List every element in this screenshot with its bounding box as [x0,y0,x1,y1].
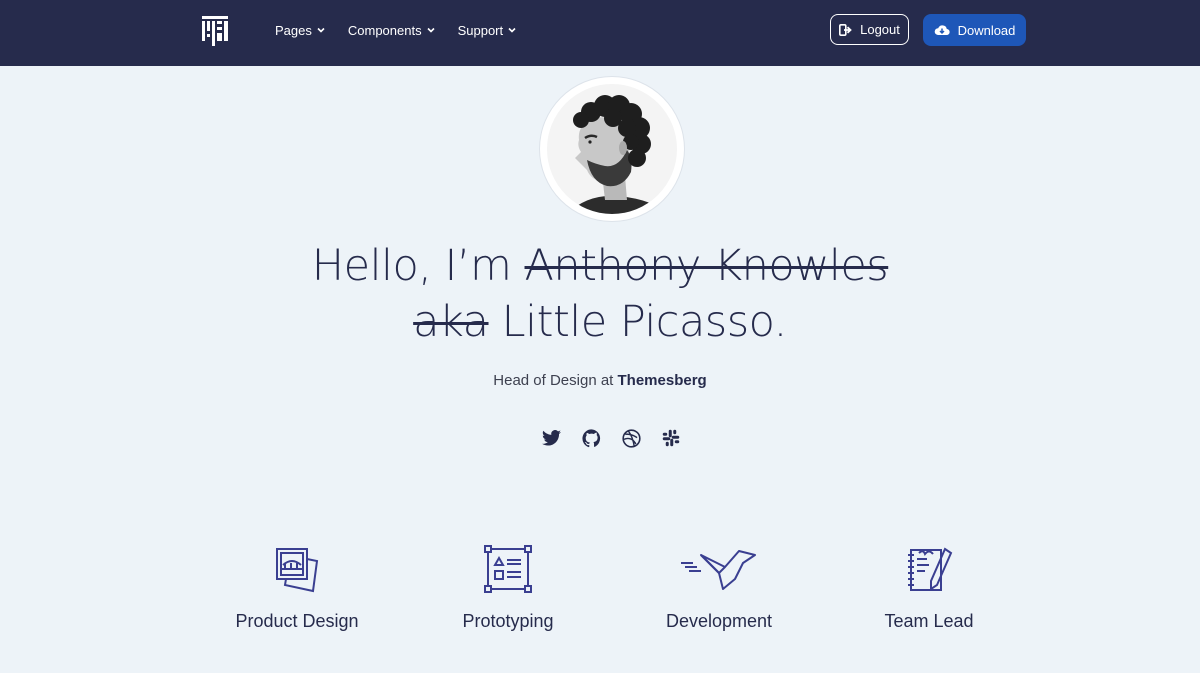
development-icon [681,550,756,590]
nav-components[interactable]: Components [348,23,435,38]
nav-pages-label: Pages [275,22,312,38]
service-development-label: Development [665,611,773,631]
nav-components-label: Components [347,22,422,38]
chevron-down-icon [427,27,435,33]
github-icon[interactable] [580,427,602,449]
chevron-down-icon [317,27,325,33]
twitter-icon[interactable] [540,427,562,449]
chevron-down-icon [508,27,516,33]
hero-struck-name: Anthony Knowles [524,241,889,291]
logo-icon[interactable] [202,16,228,46]
service-team-lead-label: Team Lead [884,611,974,631]
nav-support-label: Support [457,22,504,38]
service-development: Development [629,545,809,632]
social-links [540,427,700,449]
service-prototyping: Prototyping [418,545,598,632]
product-design-icon [276,548,319,593]
slack-icon[interactable] [660,427,682,449]
hero-subtitle: Head of Design at Themesberg [400,372,800,389]
logout-label: Logout [860,22,900,37]
service-team-lead: Team Lead [839,545,1019,632]
logout-button[interactable]: Logout [830,14,909,45]
nav-support[interactable]: Support [458,23,517,38]
team-lead-icon [908,547,953,591]
service-product-design: Product Design [207,545,387,632]
profile-avatar [540,77,684,221]
hero-struck-aka: aka [413,297,489,347]
sign-out-icon [839,23,852,36]
download-button[interactable]: Download [923,14,1026,46]
hero-headline: Hello, I’m Anthony Knowles aka Little Pi… [250,238,950,350]
prototyping-icon [484,545,532,593]
service-product-design-label: Product Design [235,611,359,631]
nav-menu: Pages Components Support [275,0,539,60]
hero-greeting: Hello, I’m [311,241,525,291]
navbar: Pages Components Support Logout Download [0,0,1200,66]
cloud-download-icon [934,25,950,36]
hero-nickname: Little Picasso. [488,297,788,347]
nav-pages[interactable]: Pages [275,23,325,38]
download-label: Download [957,22,1016,38]
dribbble-icon[interactable] [620,427,642,449]
service-prototyping-label: Prototyping [462,611,554,631]
profile-photo [547,84,677,214]
hero-company: Themesberg [617,372,707,389]
hero-role: Head of Design at [493,372,618,389]
